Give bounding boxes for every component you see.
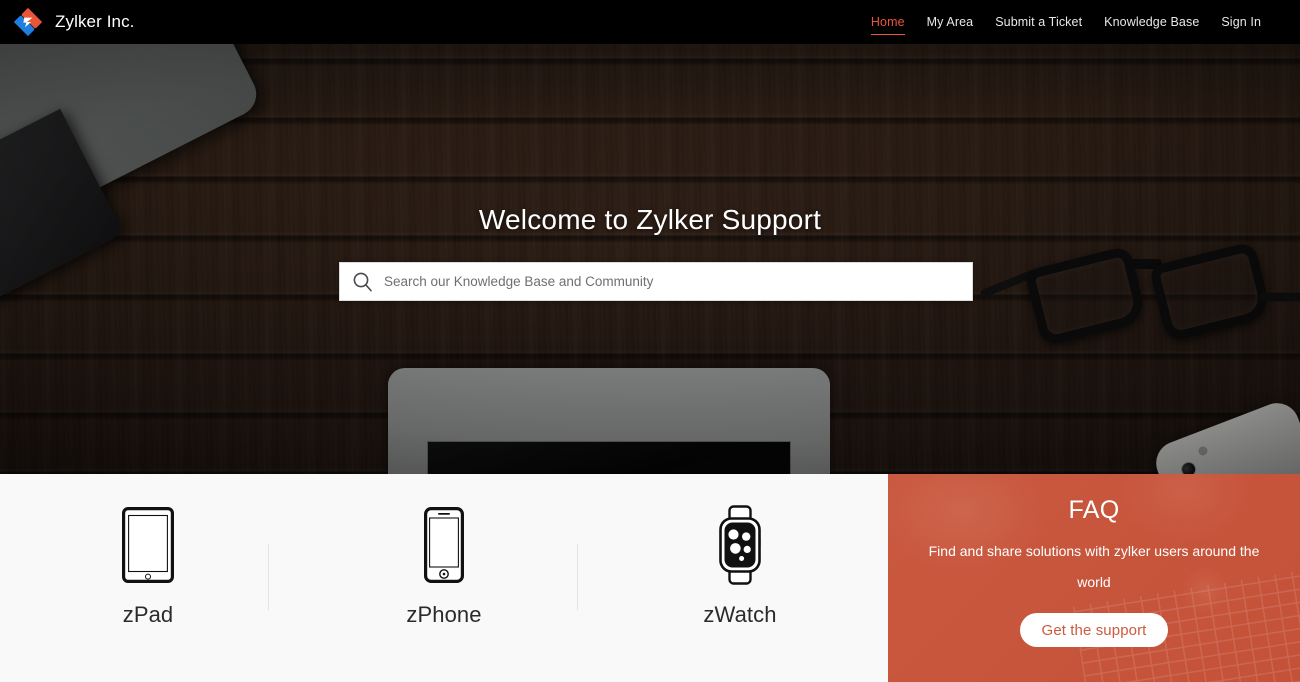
product-card-zpad[interactable]: zPad: [0, 474, 296, 682]
faq-panel: FAQ Find and share solutions with zylker…: [888, 474, 1300, 682]
search-bar[interactable]: [339, 262, 973, 301]
hero-content: Welcome to Zylker Support: [0, 44, 1300, 474]
product-list: zPad zPhone zWatch: [0, 474, 888, 682]
page-root: Zylker Inc. Home My Area Submit a Ticket…: [0, 0, 1300, 682]
smartwatch-icon: [710, 502, 770, 588]
search-input[interactable]: [384, 263, 972, 300]
hero-title: Welcome to Zylker Support: [478, 204, 822, 235]
main-nav: Home My Area Submit a Ticket Knowledge B…: [860, 0, 1272, 44]
product-label-zphone: zPhone: [406, 602, 482, 627]
get-the-support-button[interactable]: Get the support: [1019, 613, 1169, 647]
nav-item-knowledge-base[interactable]: Knowledge Base: [1093, 0, 1210, 44]
hero-banner: Welcome to Zylker Support: [0, 44, 1300, 474]
top-navigation-bar: Zylker Inc. Home My Area Submit a Ticket…: [0, 0, 1300, 44]
nav-item-my-area[interactable]: My Area: [916, 0, 985, 44]
product-card-zphone[interactable]: zPhone: [296, 474, 592, 682]
nav-item-submit-a-ticket[interactable]: Submit a Ticket: [984, 0, 1093, 44]
zylker-diamond-logo-icon: [12, 6, 44, 38]
product-label-zwatch: zWatch: [703, 602, 777, 627]
nav-item-home[interactable]: Home: [860, 0, 916, 44]
brand-logo-link[interactable]: Zylker Inc.: [8, 0, 135, 44]
search-icon[interactable]: [340, 263, 384, 300]
product-label-zpad: zPad: [122, 602, 174, 627]
smartphone-icon: [424, 502, 464, 588]
faq-title: FAQ: [1068, 496, 1120, 524]
nav-item-sign-in[interactable]: Sign In: [1210, 0, 1272, 44]
product-card-zwatch[interactable]: zWatch: [592, 474, 888, 682]
tablet-icon: [122, 502, 174, 588]
faq-description: Find and share solutions with zylker use…: [928, 543, 1260, 590]
bottom-section: zPad zPhone zWatch FAQ Find and share so…: [0, 474, 1300, 682]
brand-name-label: Zylker Inc.: [55, 12, 135, 31]
